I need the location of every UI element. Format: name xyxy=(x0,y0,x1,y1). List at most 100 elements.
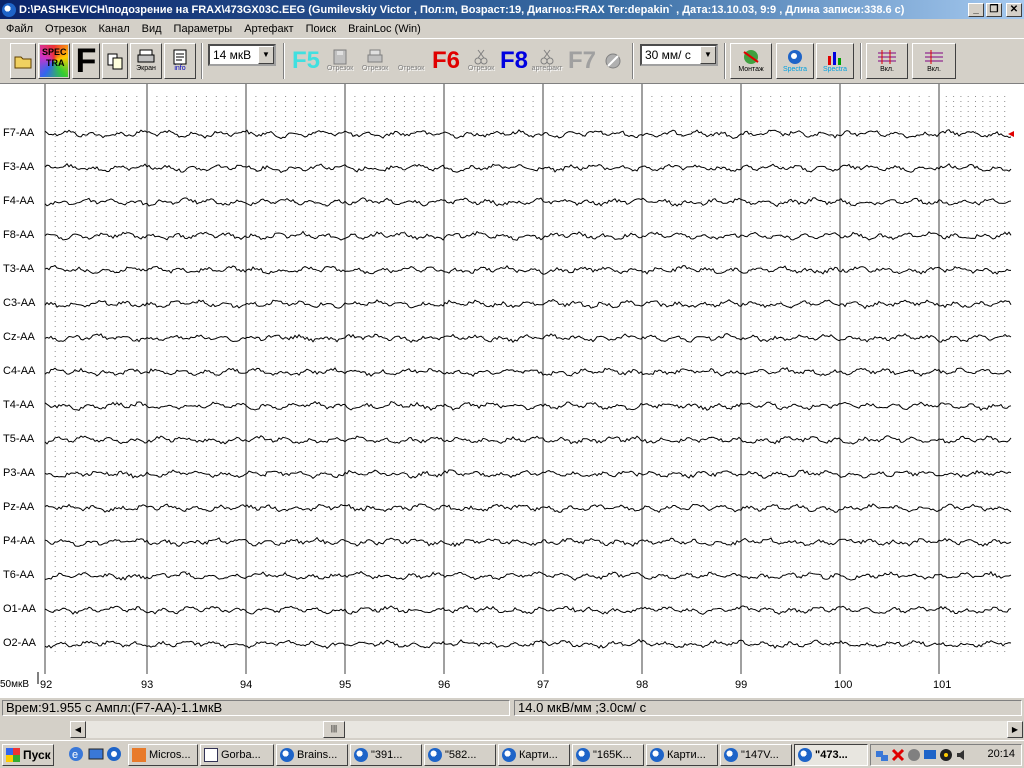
spectra-map-button[interactable]: Spectra xyxy=(776,43,814,79)
channel-label[interactable]: T6-AA xyxy=(3,569,34,581)
task-button[interactable]: "147V... xyxy=(720,744,792,766)
sound-icon[interactable] xyxy=(907,748,921,762)
montage-button[interactable]: Монтаж xyxy=(730,43,772,79)
f6-button[interactable]: F6 xyxy=(430,43,462,79)
clear-button[interactable] xyxy=(600,43,626,79)
eeg-trace[interactable] xyxy=(44,435,1012,445)
eeg-traces[interactable] xyxy=(0,84,1024,698)
channel-label[interactable]: F4-AA xyxy=(3,195,34,207)
spectra-label: Spectra xyxy=(822,66,848,73)
eeg-trace[interactable] xyxy=(44,197,1012,208)
segment-print-button[interactable]: Отрезок xyxy=(358,43,392,79)
eeg-trace[interactable] xyxy=(44,503,1012,514)
restore-button[interactable]: ❐ xyxy=(986,2,1002,17)
eeg-trace[interactable] xyxy=(44,230,1012,241)
menu-channel[interactable]: Канал xyxy=(93,23,136,35)
speed-select[interactable]: 30 мм/ с ▼ xyxy=(640,44,718,66)
open-folder-button[interactable] xyxy=(10,43,36,79)
enable-button-2[interactable]: Вкл. xyxy=(912,43,956,79)
eeg-trace[interactable] xyxy=(44,333,1012,344)
time-tick-label: 98 xyxy=(636,679,649,691)
eeg-trace[interactable] xyxy=(44,298,1012,310)
f7-button[interactable]: F7 xyxy=(566,43,598,79)
channel-label[interactable]: P4-AA xyxy=(3,535,35,547)
channel-label[interactable]: C3-AA xyxy=(3,297,35,309)
network-icon[interactable] xyxy=(875,748,889,762)
task-button[interactable]: Gorba... xyxy=(200,744,274,766)
eeg-trace[interactable] xyxy=(44,367,1012,377)
browser-icon[interactable] xyxy=(106,746,122,762)
chevron-down-icon[interactable]: ▼ xyxy=(700,46,716,64)
task-button[interactable]: "582... xyxy=(424,744,496,766)
channel-label[interactable]: O1-AA xyxy=(3,603,36,615)
antivirus-icon[interactable] xyxy=(891,748,905,762)
eeg-trace[interactable] xyxy=(44,401,1012,411)
menu-view[interactable]: Вид xyxy=(136,23,168,35)
segment-cut-button[interactable]: Отрезок xyxy=(464,43,498,79)
channel-label[interactable]: F3-AA xyxy=(3,161,34,173)
channel-label[interactable]: C4-AA xyxy=(3,365,35,377)
menu-parameters[interactable]: Параметры xyxy=(168,23,239,35)
channel-label[interactable]: P3-AA xyxy=(3,467,35,479)
f-big-label: F xyxy=(75,43,97,79)
ie-icon[interactable]: e xyxy=(68,746,84,762)
task-button[interactable]: Карти... xyxy=(498,744,570,766)
task-button[interactable]: "391... xyxy=(350,744,422,766)
f8-button[interactable]: F8 xyxy=(498,43,530,79)
eeg-trace-panel[interactable]: F7-AA F3-AA F4-AA F8-AA T3-AA C3-AA Cz-AA C4-AA… xyxy=(0,84,1024,698)
eeg-app-icon xyxy=(650,748,664,762)
task-button[interactable]: Micros... xyxy=(128,744,198,766)
eeg-trace[interactable] xyxy=(44,129,1012,140)
scroll-left-button[interactable]: ◀ xyxy=(70,721,86,738)
amplitude-select[interactable]: 14 мкВ ▼ xyxy=(208,44,276,66)
close-button[interactable]: ✕ xyxy=(1006,2,1022,17)
eeg-trace[interactable] xyxy=(44,605,1012,615)
segment-button[interactable]: Отрезок xyxy=(394,43,428,79)
disk-icon[interactable] xyxy=(939,748,953,762)
task-button[interactable]: Brains... xyxy=(276,744,348,766)
scroll-right-button[interactable]: ▶ xyxy=(1007,721,1023,738)
channel-label[interactable]: T5-AA xyxy=(3,433,34,445)
minimize-button[interactable]: _ xyxy=(968,2,984,17)
monitor-icon[interactable] xyxy=(923,748,937,762)
filter-f-button[interactable]: F xyxy=(72,43,100,79)
chevron-down-icon[interactable]: ▼ xyxy=(258,46,274,64)
segment-save-button[interactable]: Отрезок xyxy=(324,43,356,79)
channel-label[interactable]: F7-AA xyxy=(3,127,34,139)
menu-brainloc[interactable]: BrainLoc (Win) xyxy=(342,23,427,35)
menu-file[interactable]: Файл xyxy=(0,23,39,35)
copy-button[interactable] xyxy=(102,43,128,79)
channel-label[interactable]: T3-AA xyxy=(3,263,34,275)
desktop-icon[interactable] xyxy=(88,746,104,762)
start-button[interactable]: Пуск xyxy=(2,744,54,766)
channel-label[interactable]: O2-AA xyxy=(3,637,36,649)
channel-label[interactable]: Cz-AA xyxy=(3,331,35,343)
eeg-trace[interactable] xyxy=(44,163,1012,174)
f5-button[interactable]: F5 xyxy=(290,43,322,79)
eeg-trace[interactable] xyxy=(44,638,1012,649)
eeg-trace[interactable] xyxy=(44,264,1011,275)
channel-label[interactable]: T4-AA xyxy=(3,399,34,411)
menu-artifact[interactable]: Артефакт xyxy=(238,23,299,35)
spectra-bars-button[interactable]: Spectra xyxy=(816,43,854,79)
eeg-trace[interactable] xyxy=(44,536,1012,548)
channel-label[interactable]: Pz-AA xyxy=(3,501,34,513)
eeg-trace[interactable] xyxy=(44,469,1012,479)
channel-label[interactable]: F8-AA xyxy=(3,229,34,241)
scroll-thumb[interactable]: ||| xyxy=(323,721,345,738)
task-label: Gorba... xyxy=(221,749,261,761)
enable-button-1[interactable]: Вкл. xyxy=(866,43,908,79)
screen-print-button[interactable]: Экран xyxy=(130,43,162,79)
toolbar-separator xyxy=(201,43,203,79)
spectra-button[interactable]: SPEC TRA xyxy=(38,43,70,79)
artifact-button[interactable]: артефакт xyxy=(530,43,564,79)
task-button[interactable]: "473... xyxy=(794,744,868,766)
horizontal-scrollbar[interactable]: ◀ ||| ▶ xyxy=(70,721,1023,738)
menu-search[interactable]: Поиск xyxy=(300,23,342,35)
task-button[interactable]: Карти... xyxy=(646,744,718,766)
volume-icon[interactable] xyxy=(955,748,969,762)
menu-segment[interactable]: Отрезок xyxy=(39,23,92,35)
eeg-trace[interactable] xyxy=(44,570,1012,581)
task-button[interactable]: "165K... xyxy=(572,744,644,766)
info-button[interactable]: info xyxy=(164,43,196,79)
